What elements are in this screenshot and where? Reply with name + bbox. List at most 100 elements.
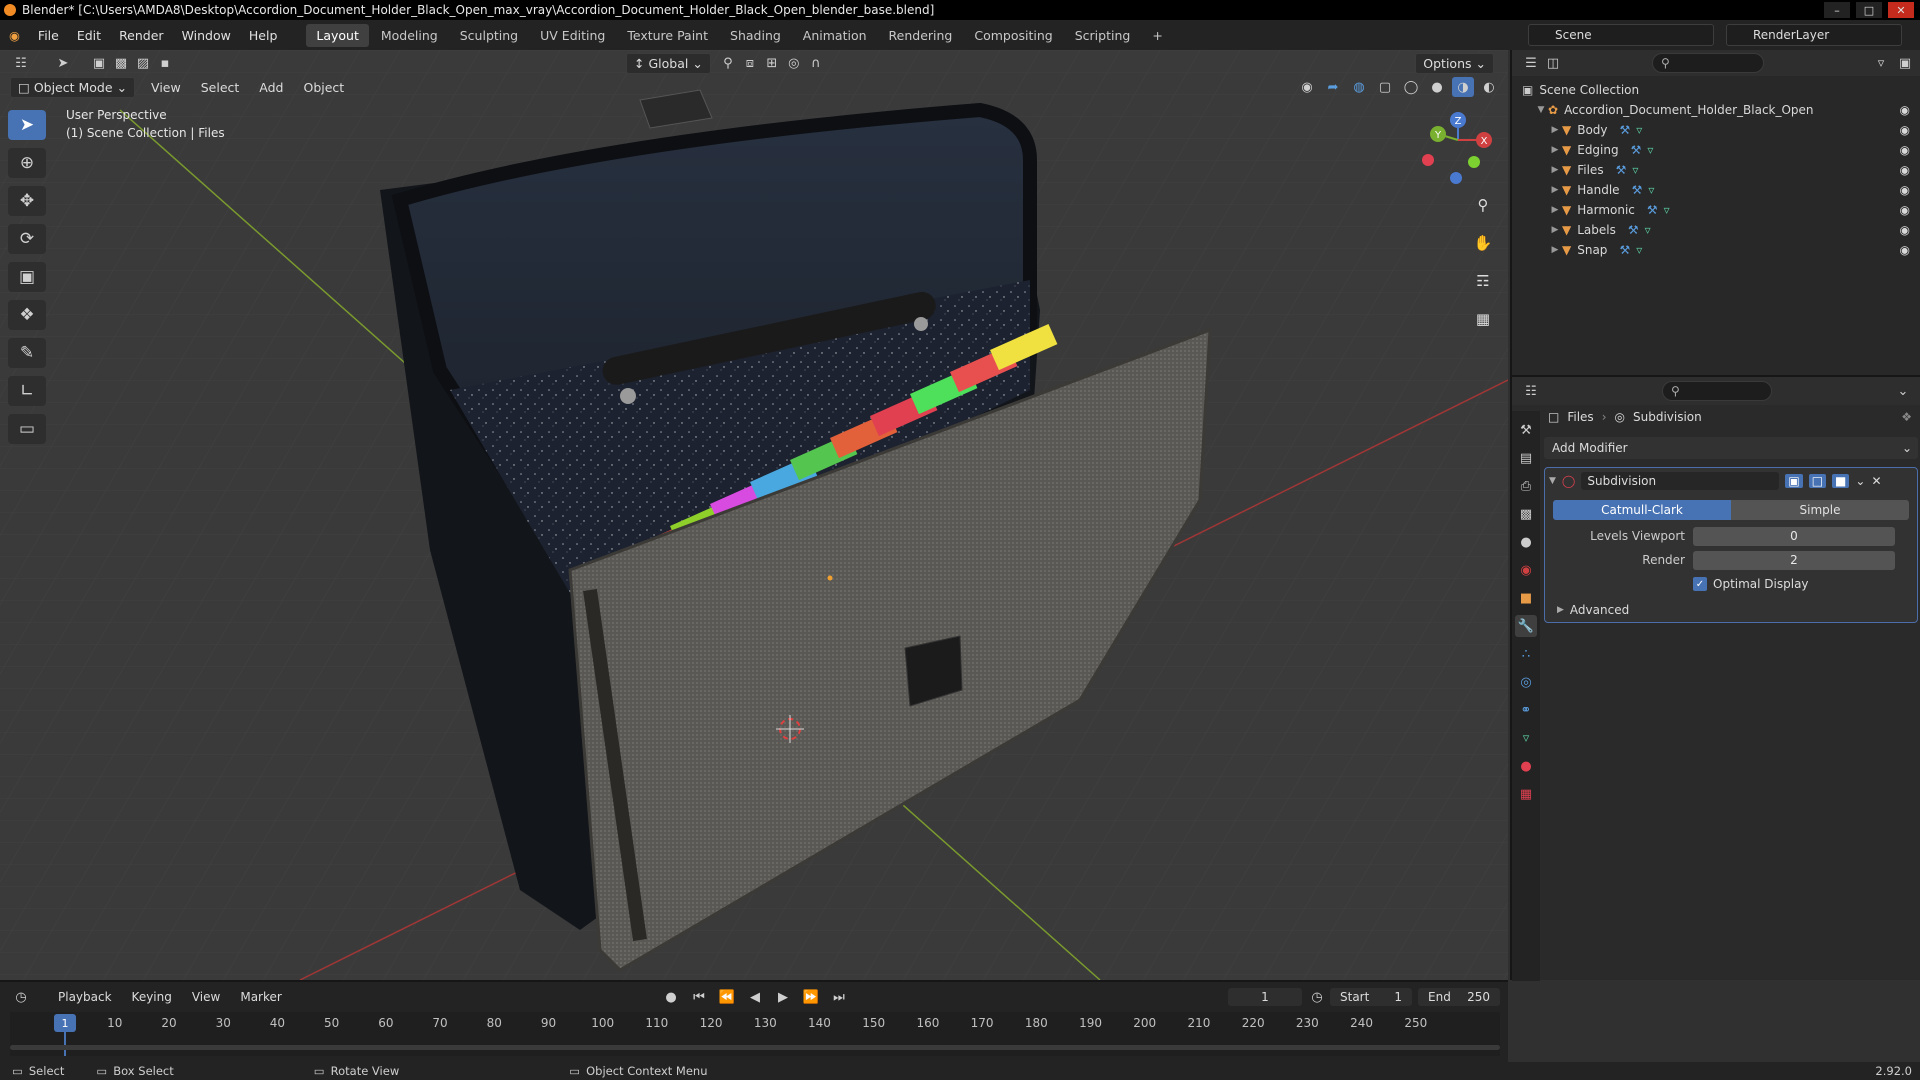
new-collection-icon[interactable]: ▣ [1894, 53, 1916, 73]
move-tool-icon[interactable]: ✥ [8, 186, 46, 216]
playhead[interactable]: 1 [54, 1014, 76, 1032]
eye-icon[interactable]: ◉ [1900, 103, 1910, 117]
outliner-object-row[interactable]: ▶ ▼ Edging ⚒ ▿ ◉ [1512, 140, 1920, 160]
mesh-data-icon[interactable]: ▿ [1648, 183, 1654, 197]
cursor-tool-icon[interactable]: ⊕ [8, 148, 46, 178]
annotate-tool-icon[interactable]: ✎ [8, 338, 46, 368]
timeline-scrollbar[interactable] [10, 1045, 1500, 1050]
tab-scripting[interactable]: Scripting [1065, 24, 1141, 47]
filter-icon[interactable]: ▿ [1870, 53, 1892, 73]
edit-mode-toggle-icon[interactable]: ▣ [1785, 474, 1803, 488]
chevron-down-icon[interactable]: ⌄ [1892, 381, 1914, 401]
rendered-shading-icon[interactable]: ◐ [1478, 77, 1500, 97]
physics-tab-icon[interactable]: ◎ [1515, 671, 1537, 693]
transform-tool-icon[interactable]: ❖ [8, 300, 46, 330]
scene-selector[interactable]: Scene [1528, 24, 1714, 46]
next-keyframe-icon[interactable]: ⏩ [800, 987, 822, 1007]
eye-icon[interactable]: ◉ [1900, 243, 1910, 257]
visibility-eye-icon[interactable]: ◉ [1296, 77, 1318, 97]
catmull-clark-button[interactable]: Catmull-Clark [1553, 500, 1731, 520]
add-cube-tool-icon[interactable]: ▭ [8, 414, 46, 444]
ortho-grid-icon[interactable]: ▦ [1470, 306, 1496, 332]
editor-type-icon[interactable]: ☷ [10, 53, 32, 73]
expand-triangle-icon[interactable]: ▶ [1548, 185, 1562, 195]
add-modifier-dropdown[interactable]: Add Modifier ⌄ [1544, 437, 1918, 459]
play-reverse-icon[interactable]: ◀ [744, 987, 766, 1007]
current-frame-field[interactable]: 1 [1228, 988, 1302, 1006]
expand-triangle-icon[interactable]: ▶ [1548, 125, 1562, 135]
close-button[interactable]: ✕ [1888, 2, 1914, 18]
levels-viewport-input[interactable]: 0 [1693, 526, 1895, 546]
outliner-search-input[interactable]: ⚲ [1652, 53, 1764, 73]
tab-uv-editing[interactable]: UV Editing [530, 24, 615, 47]
scene-tab-icon[interactable]: ● [1515, 531, 1537, 553]
eye-icon[interactable]: ◉ [1900, 203, 1910, 217]
eye-icon[interactable]: ◉ [1900, 163, 1910, 177]
menu-marker[interactable]: Marker [230, 990, 291, 1004]
object-mode-dropdown[interactable]: □ Object Mode ⌄ [10, 76, 136, 98]
particles-tab-icon[interactable]: ∴ [1515, 643, 1537, 665]
mesh-data-icon[interactable]: ▿ [1647, 143, 1653, 157]
mesh-data-icon[interactable]: ▿ [1636, 243, 1642, 257]
expand-triangle-icon[interactable]: ▶ [1548, 225, 1562, 235]
expand-triangle-icon[interactable]: ▼ [1534, 105, 1548, 115]
tab-sculpting[interactable]: Sculpting [450, 24, 528, 47]
blender-menu-icon[interactable]: ◉ [0, 28, 29, 43]
eye-icon[interactable]: ◉ [1900, 183, 1910, 197]
menu-view[interactable]: View [141, 80, 191, 95]
pivot-point-icon[interactable]: ⚲ [717, 53, 739, 73]
outliner-object-row[interactable]: ▶ ▼ Body ⚒ ▿ ◉ [1512, 120, 1920, 140]
expand-triangle-icon[interactable]: ▶ [1548, 145, 1562, 155]
clock-icon[interactable]: ◷ [1306, 987, 1328, 1007]
menu-help[interactable]: Help [240, 28, 287, 43]
mesh-data-icon[interactable]: ▿ [1636, 123, 1642, 137]
collection-row[interactable]: ▼ ✿ Accordion_Document_Holder_Black_Open… [1512, 100, 1920, 120]
outliner-object-row[interactable]: ▶ ▼ Labels ⚒ ▿ ◉ [1512, 220, 1920, 240]
outliner-editor-icon[interactable]: ☰ [1520, 53, 1542, 73]
overlay-toggle-icon[interactable]: ◍ [1348, 77, 1370, 97]
options-dropdown[interactable]: Options ⌄ [1415, 52, 1494, 74]
selection-mode-intersect-icon[interactable]: ▪ [154, 53, 176, 73]
camera-view-icon[interactable]: ☶ [1470, 268, 1496, 294]
mesh-data-icon[interactable]: ▿ [1664, 203, 1670, 217]
menu-window[interactable]: Window [173, 28, 240, 43]
properties-editor-icon[interactable]: ☷ [1520, 381, 1542, 401]
jump-start-icon[interactable]: ⏮ [688, 987, 710, 1007]
world-tab-icon[interactable]: ◉ [1515, 559, 1537, 581]
eye-icon[interactable]: ◉ [1900, 143, 1910, 157]
pin-icon[interactable]: ❖ [1901, 410, 1912, 424]
record-icon[interactable]: ● [660, 987, 682, 1007]
play-icon[interactable]: ▶ [772, 987, 794, 1007]
tool-tab-icon[interactable]: ⚒ [1515, 419, 1537, 441]
properties-search-input[interactable]: ⚲ [1662, 381, 1772, 401]
end-frame-field[interactable]: End 250 [1418, 988, 1500, 1006]
menu-render[interactable]: Render [110, 28, 173, 43]
menu-timeline-view[interactable]: View [182, 990, 230, 1004]
add-workspace-button[interactable]: + [1142, 24, 1172, 47]
solid-shading-icon[interactable]: ● [1426, 77, 1448, 97]
wrench-icon[interactable]: ⚒ [1628, 223, 1639, 237]
tab-modeling[interactable]: Modeling [371, 24, 448, 47]
outliner-object-row[interactable]: ▶ ▼ Snap ⚒ ▿ ◉ [1512, 240, 1920, 260]
menu-add[interactable]: Add [249, 80, 293, 95]
data-tab-icon[interactable]: ▿ [1515, 727, 1537, 749]
material-tab-icon[interactable]: ● [1515, 755, 1537, 777]
wrench-icon[interactable]: ⚒ [1619, 243, 1630, 257]
tab-animation[interactable]: Animation [793, 24, 877, 47]
menu-keying[interactable]: Keying [122, 990, 182, 1004]
wrench-icon[interactable]: ⚒ [1620, 123, 1631, 137]
expand-triangle-icon[interactable]: ▶ [1548, 245, 1562, 255]
zoom-icon[interactable]: ⚲ [1470, 192, 1496, 218]
start-frame-field[interactable]: Start 1 [1330, 988, 1412, 1006]
measure-tool-icon[interactable]: ∟ [8, 376, 46, 406]
view-layer-tab-icon[interactable]: ▩ [1515, 503, 1537, 525]
select-tool-icon[interactable]: ➤ [52, 53, 74, 73]
wrench-icon[interactable]: ⚒ [1631, 143, 1642, 157]
tab-texture-paint[interactable]: Texture Paint [617, 24, 718, 47]
collapse-triangle-icon[interactable]: ▼ [1549, 476, 1556, 486]
modifier-name-field[interactable]: Subdivision [1581, 472, 1780, 490]
menu-file[interactable]: File [29, 28, 68, 43]
menu-playback[interactable]: Playback [48, 990, 122, 1004]
simple-button[interactable]: Simple [1731, 500, 1909, 520]
view-layer-selector[interactable]: RenderLayer [1726, 24, 1902, 46]
